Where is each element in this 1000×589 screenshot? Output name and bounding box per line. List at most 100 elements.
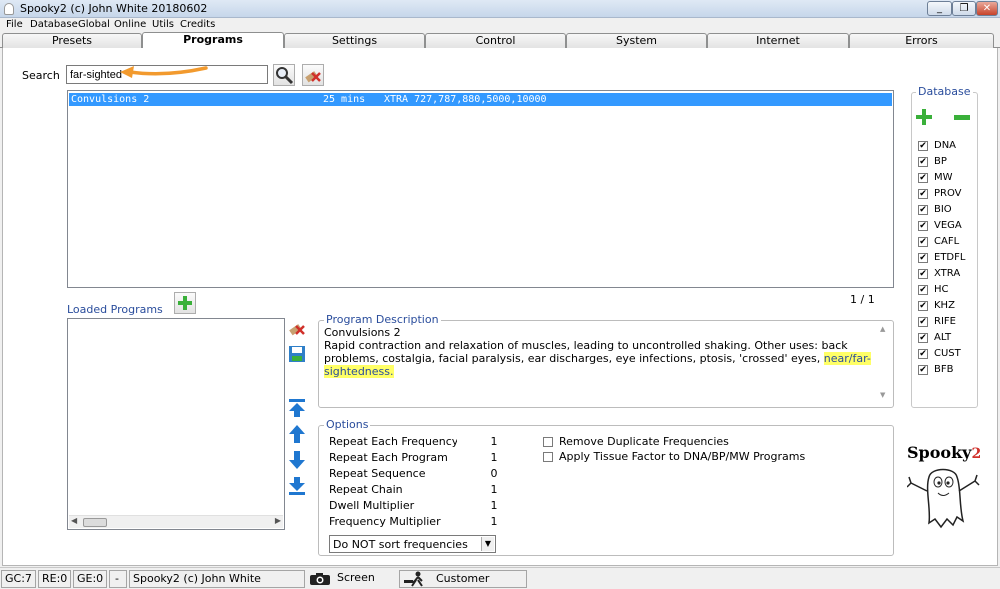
tab-programs[interactable]: Programs xyxy=(142,32,284,49)
move-top-button[interactable] xyxy=(287,398,307,418)
logo-text: Spooky2 xyxy=(907,443,981,462)
status-re: RE:0 xyxy=(38,570,71,588)
menu-utils[interactable]: Utils xyxy=(152,19,174,30)
option-label: Repeat Each Program xyxy=(329,451,448,464)
minimize-button[interactable]: _ xyxy=(927,1,952,16)
chevron-down-icon[interactable]: ▼ xyxy=(481,537,494,551)
tissue-factor-label: Apply Tissue Factor to DNA/BP/MW Program… xyxy=(559,450,806,463)
option-label: Repeat Chain xyxy=(329,483,403,496)
database-label: DNA xyxy=(934,140,957,151)
arrow-top-icon xyxy=(289,399,305,417)
maximize-button[interactable]: ❐ xyxy=(952,1,976,16)
ghost-icon xyxy=(907,468,980,529)
clear-loaded-button[interactable] xyxy=(287,318,307,338)
eraser-icon xyxy=(289,324,305,336)
database-checkbox[interactable]: ✔ xyxy=(918,317,928,327)
option-value[interactable]: 1 xyxy=(457,515,531,531)
tissue-factor-checkbox[interactable] xyxy=(543,452,553,462)
scroll-right-icon[interactable]: ▶ xyxy=(275,516,281,525)
result-row[interactable]: Convulsions 2 25 mins XTRA 727,787,880,5… xyxy=(69,93,892,106)
database-checkbox[interactable]: ✔ xyxy=(918,157,928,167)
result-name: Convulsions 2 xyxy=(71,94,150,105)
remove-duplicates-checkbox[interactable] xyxy=(543,437,553,447)
search-button[interactable] xyxy=(273,64,295,86)
tab-control[interactable]: Control xyxy=(425,33,566,48)
move-bottom-button[interactable] xyxy=(287,476,307,496)
option-value[interactable]: 1 xyxy=(457,435,531,451)
logo-number: 2 xyxy=(971,446,982,462)
database-checkbox[interactable]: ✔ xyxy=(918,237,928,247)
option-value[interactable]: 1 xyxy=(457,499,531,515)
move-up-button[interactable] xyxy=(287,424,307,444)
database-checkbox[interactable]: ✔ xyxy=(918,333,928,343)
sort-frequencies-select[interactable]: Do NOT sort frequencies ▼ xyxy=(329,535,496,553)
database-checkbox[interactable]: ✔ xyxy=(918,205,928,215)
customer-support-button[interactable]: Customer Support xyxy=(399,570,527,589)
tab-system[interactable]: System xyxy=(566,33,707,48)
menu-global[interactable]: Global xyxy=(78,19,110,30)
horizontal-scrollbar[interactable]: ◀ ▶ xyxy=(69,515,283,528)
description-heading: Convulsions 2 xyxy=(324,326,401,339)
option-row: Repeat Chain 1 xyxy=(329,483,549,499)
program-description-group: Program Description Convulsions 2 Rapid … xyxy=(318,313,894,408)
menu-online[interactable]: Online xyxy=(114,19,146,30)
arrow-up-icon xyxy=(289,425,305,443)
database-label: HC xyxy=(934,284,949,295)
close-button[interactable]: ✕ xyxy=(976,1,998,16)
database-label: KHZ xyxy=(934,300,955,311)
database-checkbox[interactable]: ✔ xyxy=(918,253,928,263)
menu-database[interactable]: Database xyxy=(30,19,78,30)
option-value[interactable]: 1 xyxy=(457,483,531,499)
menu-bar: File Database Global Online Utils Credit… xyxy=(0,18,1000,32)
option-value[interactable]: 0 xyxy=(457,467,531,483)
program-description-text: Convulsions 2 Rapid contraction and rela… xyxy=(324,326,872,378)
add-database-button[interactable] xyxy=(914,107,934,127)
clear-search-button[interactable] xyxy=(302,64,324,86)
database-label: ALT xyxy=(934,332,952,343)
remove-duplicates-label: Remove Duplicate Frequencies xyxy=(559,435,729,448)
option-label: Repeat Sequence xyxy=(329,467,426,480)
remove-database-button[interactable] xyxy=(952,107,972,127)
eraser-icon xyxy=(305,71,321,83)
result-frequencies: XTRA 727,787,880,5000,10000 xyxy=(384,94,547,105)
menu-file[interactable]: File xyxy=(6,19,23,30)
loaded-programs-label: Loaded Programs xyxy=(67,303,163,316)
highlight-arrow-icon xyxy=(120,66,208,78)
scroll-up-icon[interactable]: ▲ xyxy=(880,325,885,333)
database-label: CAFL xyxy=(934,236,960,247)
database-checkbox[interactable]: ✔ xyxy=(918,349,928,359)
database-checkbox[interactable]: ✔ xyxy=(918,141,928,151)
title-bar: Spooky2 (c) John White 20180602 _ ❐ ✕ xyxy=(0,0,1000,18)
tab-errors[interactable]: Errors xyxy=(849,33,994,48)
add-loaded-program-button[interactable] xyxy=(174,292,196,314)
description-scrollbar[interactable]: ▲ ▼ xyxy=(877,325,891,399)
scroll-thumb[interactable] xyxy=(83,518,107,527)
option-value[interactable]: 1 xyxy=(457,451,531,467)
database-checkbox[interactable]: ✔ xyxy=(918,173,928,183)
loaded-programs-list[interactable]: ◀ ▶ xyxy=(67,318,285,530)
save-loaded-button[interactable] xyxy=(287,344,307,364)
database-checkbox[interactable]: ✔ xyxy=(918,269,928,279)
option-row: Dwell Multiplier 1 xyxy=(329,499,549,515)
database-title: Database xyxy=(916,85,973,98)
database-checkbox[interactable]: ✔ xyxy=(918,285,928,295)
database-checkbox[interactable]: ✔ xyxy=(918,189,928,199)
move-down-button[interactable] xyxy=(287,450,307,470)
database-checkbox[interactable]: ✔ xyxy=(918,365,928,375)
tab-internet[interactable]: Internet xyxy=(707,33,849,48)
database-label: VEGA xyxy=(934,220,962,231)
program-description-title: Program Description xyxy=(324,313,441,326)
database-checkbox[interactable]: ✔ xyxy=(918,221,928,231)
tab-settings[interactable]: Settings xyxy=(284,33,425,48)
option-label: Repeat Each Frequency xyxy=(329,435,459,448)
database-checkbox[interactable]: ✔ xyxy=(918,301,928,311)
screen-shot-button[interactable]: Screen shot xyxy=(307,570,397,589)
tab-presets[interactable]: Presets xyxy=(2,33,142,48)
program-results-list[interactable]: Convulsions 2 25 mins XTRA 727,787,880,5… xyxy=(67,90,894,288)
database-label: MW xyxy=(934,172,953,183)
save-icon xyxy=(289,346,305,362)
scroll-down-icon[interactable]: ▼ xyxy=(880,391,885,399)
scroll-left-icon[interactable]: ◀ xyxy=(71,516,77,525)
menu-credits[interactable]: Credits xyxy=(180,19,215,30)
status-bar: GC:7 RE:0 GE:0 - Spooky2 (c) John White … xyxy=(0,567,1000,589)
